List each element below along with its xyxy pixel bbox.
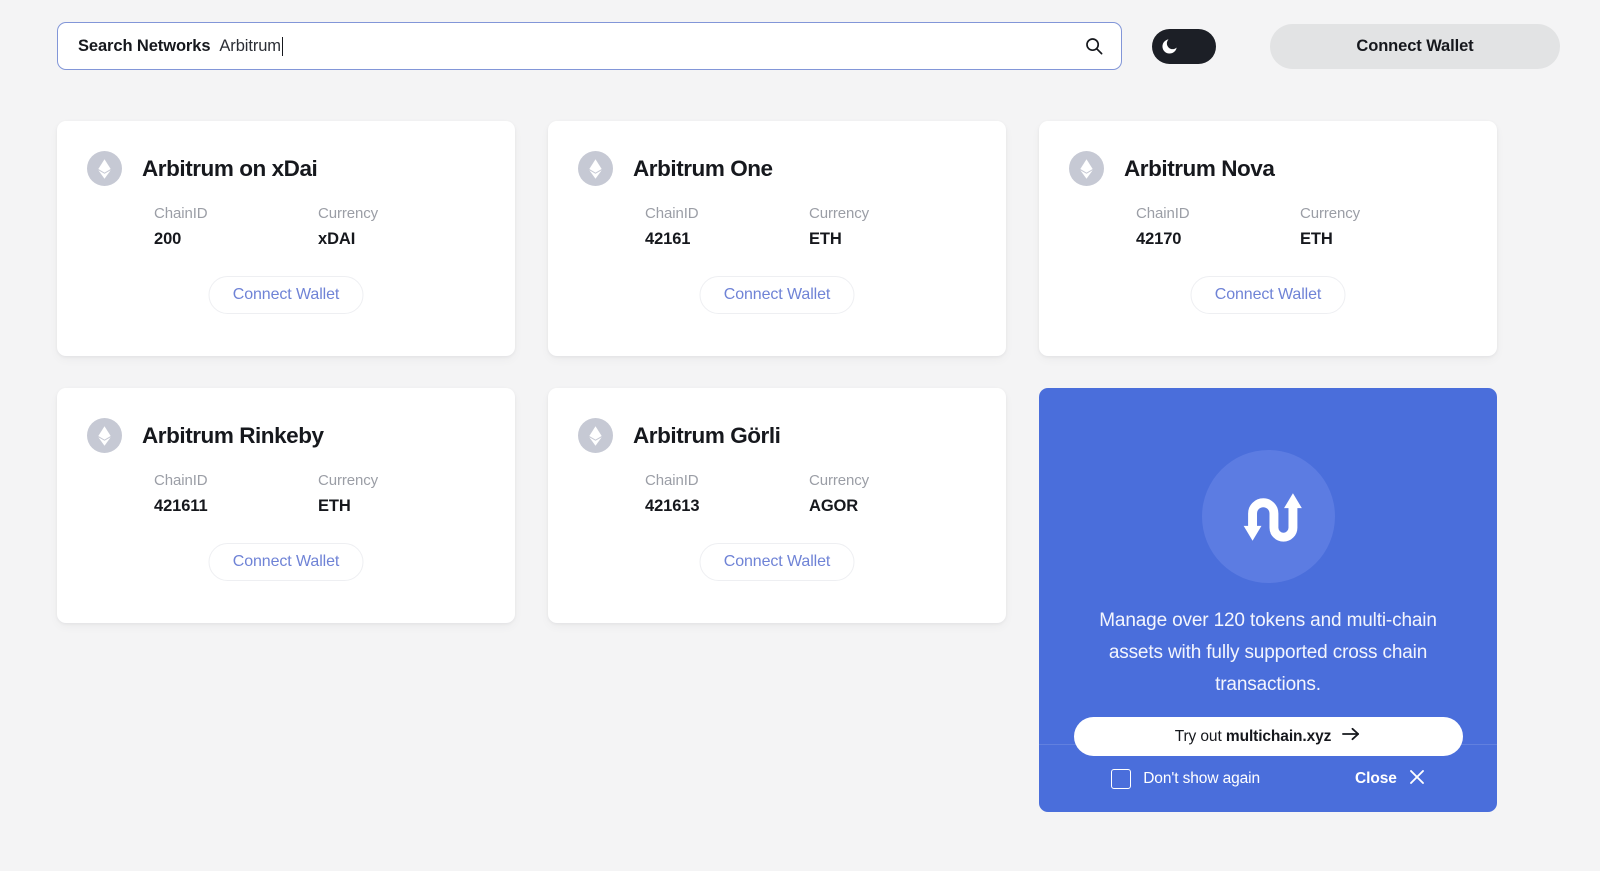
chain-id-label: ChainID — [1136, 205, 1190, 222]
connect-wallet-button[interactable]: Connect Wallet — [699, 276, 855, 314]
chain-id-value: 200 — [154, 230, 182, 248]
currency-stat: Currency ETH — [1300, 205, 1464, 249]
ethereum-icon — [87, 151, 122, 186]
search-networks-input[interactable]: Search Networks Arbitrum — [57, 22, 1122, 70]
moon-icon — [1162, 38, 1177, 54]
network-card-header: Arbitrum Nova — [1039, 151, 1497, 186]
network-name: Arbitrum Rinkeby — [142, 422, 324, 448]
connect-wallet-button[interactable]: Connect Wallet — [699, 543, 855, 581]
network-stats: ChainID 42161 Currency ETH — [548, 205, 1006, 249]
dont-show-again-label: Don't show again — [1143, 769, 1261, 787]
network-name: Arbitrum Görli — [633, 422, 781, 448]
ethereum-icon — [87, 418, 122, 453]
search-input-value: Arbitrum — [219, 36, 281, 55]
top-bar: Search Networks Arbitrum Connect Wallet — [0, 0, 1600, 70]
connect-wallet-button-header[interactable]: Connect Wallet — [1270, 23, 1560, 69]
currency-stat: Currency ETH — [809, 205, 973, 249]
dark-mode-toggle[interactable] — [1152, 28, 1216, 64]
promo-cta-brand: multichain.xyz — [1225, 727, 1332, 745]
cross-chain-swap-icon — [1201, 450, 1335, 583]
promo-cta-text: Try out multichain.xyz — [1175, 728, 1332, 746]
chain-id-stat: ChainID 42170 — [1136, 205, 1300, 249]
currency-stat: Currency xDAI — [318, 205, 482, 249]
chain-id-label: ChainID — [154, 205, 208, 222]
network-card[interactable]: Arbitrum Görli ChainID 421613 Currency A… — [548, 388, 1006, 623]
chain-id-value: 421613 — [645, 497, 700, 515]
network-card-header: Arbitrum One — [548, 151, 1006, 186]
currency-label: Currency — [1300, 205, 1361, 222]
currency-label: Currency — [318, 472, 379, 489]
network-stats: ChainID 42170 Currency ETH — [1039, 205, 1497, 249]
network-name: Arbitrum on xDai — [142, 155, 318, 181]
search-value-wrap: Arbitrum — [219, 36, 1083, 56]
ethereum-icon — [578, 418, 613, 453]
search-label: Search Networks — [78, 36, 211, 55]
currency-value: ETH — [1300, 230, 1333, 248]
network-card-header: Arbitrum Rinkeby — [57, 418, 515, 453]
chain-id-stat: ChainID 42161 — [645, 205, 809, 249]
close-x-icon — [1409, 769, 1425, 788]
multichain-promo-card: Manage over 120 tokens and multi-chain a… — [1039, 388, 1497, 812]
close-label: Close — [1355, 769, 1397, 787]
currency-value: xDAI — [318, 230, 356, 248]
connect-wallet-button[interactable]: Connect Wallet — [208, 543, 364, 581]
chain-id-stat: ChainID 421611 — [154, 472, 318, 516]
chain-id-value: 42170 — [1136, 230, 1182, 248]
chain-id-label: ChainID — [645, 205, 699, 222]
chain-id-stat: ChainID 421613 — [645, 472, 809, 516]
ethereum-icon — [578, 151, 613, 186]
network-card[interactable]: Arbitrum One ChainID 42161 Currency ETH … — [548, 121, 1006, 356]
toggle-knob — [1156, 33, 1183, 60]
chain-id-stat: ChainID 200 — [154, 205, 318, 249]
currency-label: Currency — [809, 472, 870, 489]
currency-label: Currency — [318, 205, 379, 222]
network-stats: ChainID 421611 Currency ETH — [57, 472, 515, 516]
text-caret — [281, 36, 284, 56]
close-promo-button[interactable]: Close — [1355, 769, 1425, 788]
network-card-header: Arbitrum on xDai — [57, 151, 515, 186]
promo-footer: Don't show again Close — [1039, 744, 1497, 812]
currency-value: ETH — [318, 497, 351, 515]
currency-stat: Currency ETH — [318, 472, 482, 516]
network-stats: ChainID 200 Currency xDAI — [57, 205, 515, 249]
network-stats: ChainID 421613 Currency AGOR — [548, 472, 1006, 516]
promo-cta-prefix: Try out — [1174, 727, 1222, 745]
chain-id-label: ChainID — [645, 472, 699, 489]
chain-id-label: ChainID — [154, 472, 208, 489]
network-card[interactable]: Arbitrum on xDai ChainID 200 Currency xD… — [57, 121, 515, 356]
search-icon[interactable] — [1083, 35, 1105, 57]
ethereum-icon — [1069, 151, 1104, 186]
promo-description: Manage over 120 tokens and multi-chain a… — [1099, 610, 1437, 695]
currency-stat: Currency AGOR — [809, 472, 973, 516]
connect-wallet-button[interactable]: Connect Wallet — [208, 276, 364, 314]
currency-value: ETH — [809, 230, 842, 248]
chain-id-value: 421611 — [154, 497, 208, 515]
connect-wallet-button[interactable]: Connect Wallet — [1190, 276, 1346, 314]
network-card[interactable]: Arbitrum Nova ChainID 42170 Currency ETH… — [1039, 121, 1497, 356]
chain-id-value: 42161 — [645, 230, 691, 248]
dont-show-again-checkbox[interactable]: Don't show again — [1111, 768, 1261, 789]
checkbox-icon[interactable] — [1111, 768, 1132, 789]
currency-label: Currency — [809, 205, 870, 222]
network-card-header: Arbitrum Görli — [548, 418, 1006, 453]
network-card[interactable]: Arbitrum Rinkeby ChainID 421611 Currency… — [57, 388, 515, 623]
network-name: Arbitrum Nova — [1124, 155, 1275, 181]
network-name: Arbitrum One — [633, 155, 773, 181]
currency-value: AGOR — [809, 497, 859, 515]
networks-grid: Arbitrum on xDai ChainID 200 Currency xD… — [57, 121, 1497, 812]
